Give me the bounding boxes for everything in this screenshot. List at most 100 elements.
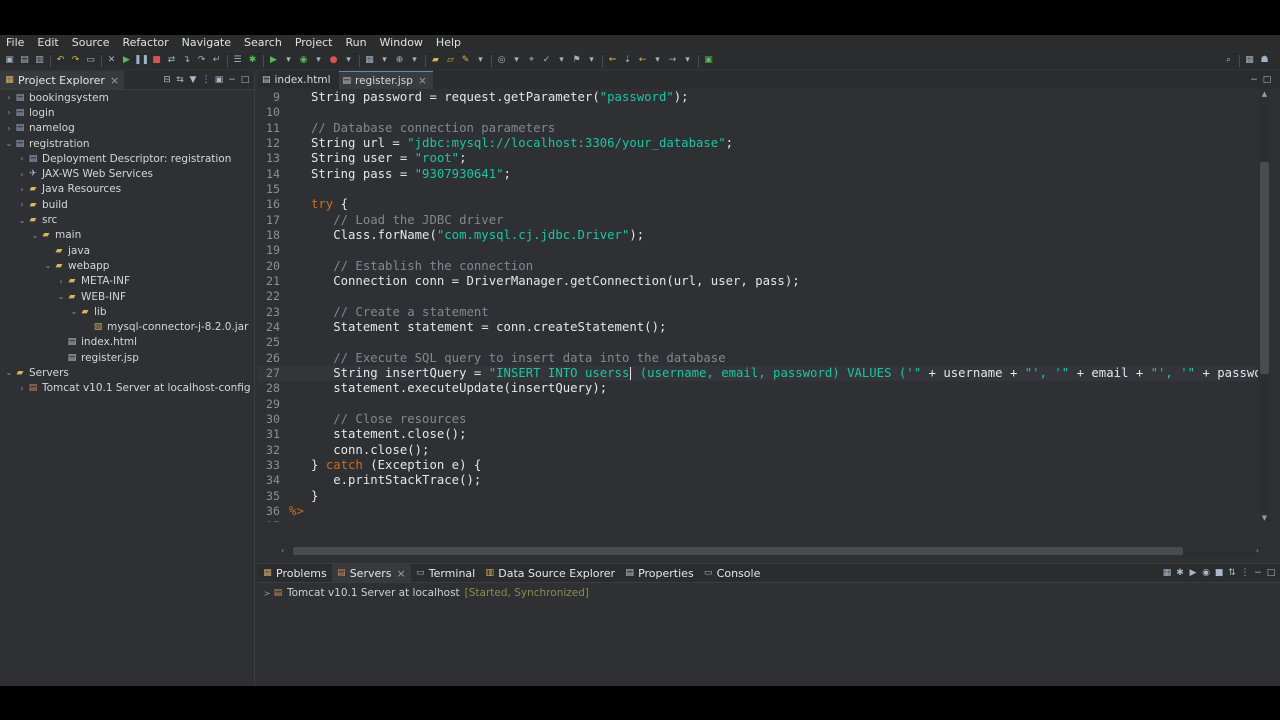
chevron-down-icon[interactable]: ⌄	[43, 261, 53, 270]
scrollbar-thumb[interactable]	[1260, 162, 1269, 374]
code-line[interactable]: 32 conn.close();	[258, 443, 1258, 458]
close-icon[interactable]: ×	[110, 74, 119, 87]
code-line[interactable]: 29	[258, 397, 1258, 412]
tree-item[interactable]: › ▤ Deployment Descriptor: registration	[0, 151, 254, 166]
chevron-down-icon[interactable]: ⌄	[56, 292, 66, 301]
code-line[interactable]: 36 %>	[258, 504, 1258, 519]
code-line[interactable]: 30 // Close resources	[258, 412, 1258, 427]
menu-help[interactable]: Help	[430, 35, 468, 51]
tree-item[interactable]: › ▰ Java Resources	[0, 182, 254, 197]
tree-item[interactable]: ⌄ ▰ lib	[0, 304, 254, 319]
tab-register-jsp[interactable]: ▤ register.jsp ×	[338, 71, 433, 89]
tree-item[interactable]: ▰ java	[0, 243, 254, 258]
menu-window[interactable]: Window	[374, 35, 430, 51]
code-line[interactable]: 13 String user = "root";	[258, 151, 1258, 166]
terminal-toolbar-icon[interactable]: ▭	[85, 55, 96, 66]
collapse-all-icon[interactable]: ⊟	[162, 75, 172, 85]
tree-item[interactable]: ⌄ ▰ WEB-INF	[0, 289, 254, 304]
code-line[interactable]: 16 try {	[258, 197, 1258, 212]
code-line[interactable]: 15	[258, 182, 1258, 197]
code-line[interactable]: 14 String pass = "9307930641";	[258, 167, 1258, 182]
code-line[interactable]: 20 // Establish the connection	[258, 259, 1258, 274]
code-line[interactable]: 22	[258, 289, 1258, 304]
chevron-right-icon[interactable]: ›	[17, 200, 27, 209]
last-edit-icon[interactable]: ⇐	[607, 55, 618, 66]
code-line[interactable]: 18 Class.forName("com.mysql.cj.jdbc.Driv…	[258, 228, 1258, 243]
chevron-right-icon[interactable]: ›	[17, 170, 27, 179]
maximize-icon[interactable]: □	[1266, 568, 1276, 578]
stop-server-icon[interactable]: ■	[1214, 568, 1224, 578]
tab-data-source-explorer[interactable]: ▥ Data Source Explorer	[480, 564, 620, 582]
pin-dropdown-icon[interactable]: ▾	[586, 55, 597, 66]
menu-search[interactable]: Search	[238, 35, 289, 51]
start-server-icon[interactable]: ▶	[1188, 568, 1198, 578]
code-line[interactable]: 10	[258, 105, 1258, 120]
annotation-dropdown-icon[interactable]: ▾	[556, 55, 567, 66]
new-server-dropdown-icon[interactable]: ▾	[379, 55, 390, 66]
tree-item[interactable]: ▤ index.html	[0, 335, 254, 350]
code-line[interactable]: 21 Connection conn = DriverManager.getCo…	[258, 274, 1258, 289]
debug-server-icon[interactable]: ✱	[1175, 568, 1185, 578]
open-console-icon[interactable]: ☰	[232, 55, 243, 66]
menu-navigate[interactable]: Navigate	[176, 35, 238, 51]
resume-icon[interactable]: ▶	[121, 55, 132, 66]
share-icon[interactable]: ▣	[703, 55, 714, 66]
code-line[interactable]: 37	[258, 519, 1258, 522]
chevron-right-icon[interactable]: ›	[56, 277, 66, 286]
server-row[interactable]: > ▤ Tomcat v10.1 Server at localhost [St…	[262, 586, 589, 600]
chevron-down-icon[interactable]: ⌄	[30, 231, 40, 240]
tab-terminal[interactable]: ▭ Terminal	[411, 564, 481, 582]
new-server-icon[interactable]: ▦	[1162, 568, 1172, 578]
tab-index-html[interactable]: ▤ index.html	[258, 71, 337, 89]
chevron-down-icon[interactable]: ⌄	[17, 216, 27, 225]
chevron-down-icon[interactable]: ⌄	[69, 307, 79, 316]
skip-breakpoints-icon[interactable]: ✕	[106, 55, 117, 66]
vertical-scrollbar[interactable]: ▲ ▼	[1259, 90, 1270, 522]
scroll-right-icon[interactable]: ›	[1256, 546, 1259, 556]
forward-icon[interactable]: →	[667, 55, 678, 66]
step-into-icon[interactable]: ↴	[181, 55, 192, 66]
open-type-dropdown-icon[interactable]: ▾	[409, 55, 420, 66]
menu-refactor[interactable]: Refactor	[117, 35, 176, 51]
new-server-icon[interactable]: ▦	[364, 55, 375, 66]
code-line[interactable]: 11 // Database connection parameters	[258, 121, 1258, 136]
code-line[interactable]: 19	[258, 243, 1258, 258]
code-line[interactable]: 31 statement.close();	[258, 427, 1258, 442]
coverage-dropdown-icon[interactable]: ▾	[313, 55, 324, 66]
search-dropdown-icon[interactable]: ▾	[511, 55, 522, 66]
tab-project-explorer[interactable]: ▦ Project Explorer ×	[0, 71, 125, 89]
code-line[interactable]: 12 String url = "jdbc:mysql://localhost:3…	[258, 136, 1258, 151]
code-line[interactable]: 27 String insertQuery = "INSERT INTO use…	[258, 365, 1258, 382]
open-perspective-icon[interactable]: ▦	[1244, 55, 1255, 66]
tree-item[interactable]: ⌄ ▰ webapp	[0, 258, 254, 273]
chevron-right-icon[interactable]: ›	[17, 154, 27, 163]
code-line[interactable]: 24 Statement statement = conn.createStat…	[258, 320, 1258, 335]
tab-console[interactable]: ▭ Console	[699, 564, 766, 582]
close-icon[interactable]: ×	[418, 75, 427, 87]
maximize-icon[interactable]: □	[240, 75, 250, 85]
save-icon[interactable]: ▤	[19, 55, 30, 66]
maximize-icon[interactable]: □	[1262, 75, 1272, 85]
tree-item[interactable]: › ▤ namelog	[0, 121, 254, 136]
code-line[interactable]: 28 statement.executeUpdate(insertQuery);	[258, 381, 1258, 396]
search-toolbar-icon[interactable]: ◎	[496, 55, 507, 66]
menu-edit[interactable]: Edit	[31, 35, 65, 51]
tree-item[interactable]: › ▤ Tomcat v10.1 Server at localhost-confi…	[0, 381, 254, 396]
chevron-down-icon[interactable]: ⌄	[4, 368, 14, 377]
code-line[interactable]: 23 // Create a statement	[258, 305, 1258, 320]
tree-item[interactable]: ⌄ ▰ Servers	[0, 365, 254, 380]
minimize-icon[interactable]: −	[1253, 568, 1263, 578]
minimize-icon[interactable]: −	[227, 75, 237, 85]
back-dropdown-icon[interactable]: ▾	[652, 55, 663, 66]
external-tools-icon[interactable]: ●	[328, 55, 339, 66]
back-icon[interactable]: ←	[637, 55, 648, 66]
suspend-icon[interactable]: ❚❚	[134, 55, 149, 66]
tree-item[interactable]: ⌄ ▰ main	[0, 228, 254, 243]
tree-item[interactable]: › ✈ JAX-WS Web Services	[0, 166, 254, 181]
redo-icon[interactable]: ↷	[70, 55, 81, 66]
menu-source[interactable]: Source	[66, 35, 117, 51]
scroll-left-icon[interactable]: ‹	[281, 546, 284, 556]
open-folder-icon[interactable]: ▱	[445, 55, 456, 66]
focus-icon[interactable]: ▣	[214, 75, 224, 85]
code-line[interactable]: 9 String password = request.getParameter(…	[258, 90, 1258, 105]
